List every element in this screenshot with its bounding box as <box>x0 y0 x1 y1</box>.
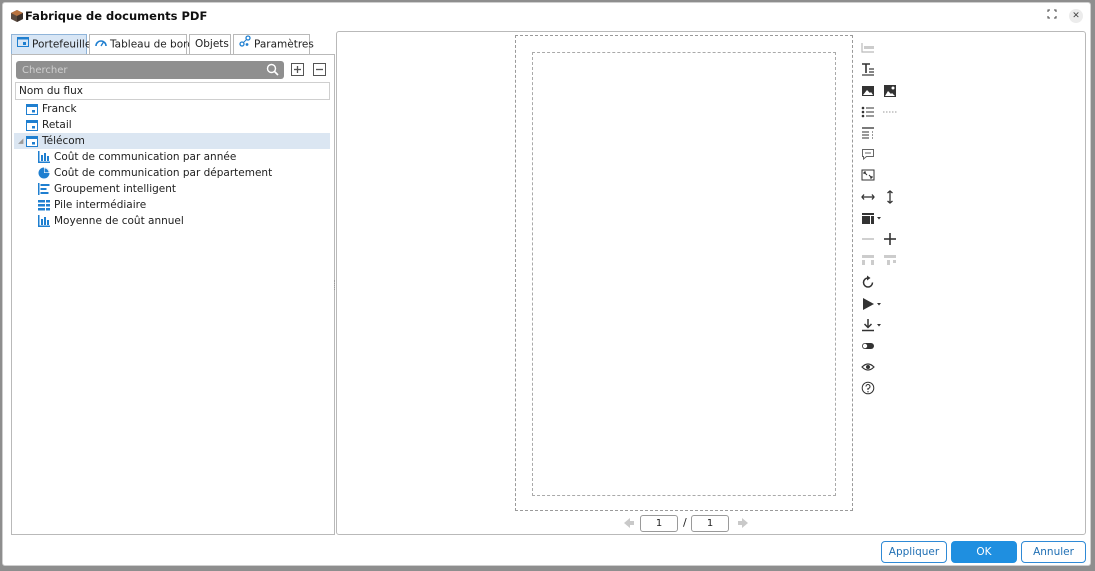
bar-chart-icon <box>38 151 50 163</box>
page-canvas[interactable] <box>515 35 853 511</box>
close-icon[interactable]: ✕ <box>1069 9 1083 23</box>
pdf-factory-dialog: Fabrique de documents PDF ✕ Portefeuille… <box>2 2 1091 566</box>
tab-tableau-de-bord-label: Tableau de bord <box>110 38 194 51</box>
next-page-icon[interactable] <box>737 516 749 530</box>
expand-icon[interactable] <box>1045 9 1059 23</box>
portfolio-pane: Nom du flux Franck Retail ◢ <box>11 54 335 535</box>
toggle-switch-icon[interactable] <box>861 339 875 353</box>
search-input[interactable] <box>22 63 262 77</box>
title-bar: Fabrique de documents PDF ✕ <box>3 3 1090 29</box>
tree-item-cout-par-departement[interactable]: Coût de communication par département <box>14 165 330 181</box>
folder-icon <box>26 135 38 147</box>
download-icon[interactable] <box>861 318 875 332</box>
image-gallery-icon[interactable] <box>883 84 897 98</box>
refresh-icon[interactable] <box>861 275 875 289</box>
tab-objets-label: Objets <box>195 38 229 50</box>
split-blocks-icon <box>883 253 897 267</box>
tree-item-label: Moyenne de coût annuel <box>54 215 184 227</box>
apply-button[interactable]: Appliquer <box>881 541 947 563</box>
grouped-bar-icon <box>38 183 50 195</box>
folder-icon <box>26 103 38 115</box>
horizontal-stretch-icon[interactable] <box>861 190 875 204</box>
search-box <box>16 61 284 79</box>
tree-item-label: Franck <box>42 103 77 115</box>
cancel-button[interactable]: Annuler <box>1021 541 1086 563</box>
tree-item-pile-intermediaire[interactable]: Pile intermédiaire <box>14 197 330 213</box>
search-icon[interactable] <box>266 63 279 79</box>
current-page-field[interactable]: 1 <box>640 515 678 532</box>
page-separator: / <box>683 516 687 529</box>
pie-chart-icon <box>38 167 50 179</box>
zoom-in-icon[interactable] <box>883 232 897 246</box>
tree-item-label: Pile intermédiaire <box>54 199 147 211</box>
tab-portefeuille-label: Portefeuille <box>32 38 92 51</box>
play-icon[interactable] <box>861 297 875 311</box>
resize-frame-icon[interactable] <box>861 168 875 182</box>
tree-item-label: Groupement intelligent <box>54 183 177 195</box>
tab-objets[interactable]: Objets <box>189 34 231 54</box>
play-dropdown-icon[interactable] <box>875 297 883 311</box>
vertical-stretch-icon[interactable] <box>883 190 897 204</box>
bar-chart-icon <box>38 215 50 227</box>
portfolio-icon <box>17 35 29 54</box>
tab-parametres-label: Paramètres <box>254 38 314 51</box>
ok-button[interactable]: OK <box>951 541 1017 563</box>
tree-item-retail[interactable]: Retail <box>14 117 330 133</box>
tree-item-franck[interactable]: Franck <box>14 101 330 117</box>
tab-tableau-de-bord[interactable]: Tableau de bord <box>89 34 194 54</box>
tree-item-groupement-intelligent[interactable]: Groupement intelligent <box>14 181 330 197</box>
tab-portefeuille[interactable]: Portefeuille <box>11 34 91 54</box>
image-icon[interactable] <box>861 84 875 98</box>
document-editor-panel: 1 / 1 <box>336 31 1086 535</box>
download-dropdown-icon[interactable] <box>875 318 883 332</box>
layout-columns-icon[interactable] <box>861 211 875 225</box>
bullet-list-icon[interactable] <box>861 105 875 119</box>
tree-item-moyenne-cout-annuel[interactable]: Moyenne de coût annuel <box>14 213 330 229</box>
comment-icon[interactable] <box>861 147 875 161</box>
tab-parametres[interactable]: Paramètres <box>233 34 314 54</box>
merge-blocks-icon <box>861 253 875 267</box>
table-of-contents-icon[interactable] <box>861 126 875 140</box>
tree-item-label: Coût de communication par année <box>54 151 237 163</box>
separator-line-icon[interactable] <box>883 105 897 119</box>
left-panel: Portefeuille Tableau de bord Objets Para… <box>9 31 337 535</box>
header-band-icon <box>861 41 875 55</box>
total-pages-field: 1 <box>691 515 729 532</box>
page-margins-area[interactable] <box>532 52 836 496</box>
help-icon[interactable] <box>861 381 875 395</box>
app-cube-icon <box>11 10 23 22</box>
tree-item-label: Télécom <box>42 135 85 147</box>
previous-page-icon[interactable] <box>623 516 635 530</box>
stacked-bar-icon <box>38 199 50 211</box>
dashboard-gauge-icon <box>95 35 107 54</box>
tree-item-telecom[interactable]: ◢ Télécom <box>14 133 330 149</box>
tree-item-label: Retail <box>42 119 72 131</box>
expand-all-icon[interactable] <box>291 63 304 76</box>
preview-eye-icon[interactable] <box>861 360 875 374</box>
text-block-icon[interactable] <box>861 62 875 76</box>
folder-icon <box>26 119 38 131</box>
dialog-title: Fabrique de documents PDF <box>25 9 208 23</box>
tree-item-cout-par-annee[interactable]: Coût de communication par année <box>14 149 330 165</box>
zoom-out-icon[interactable] <box>861 232 875 246</box>
layout-dropdown-icon[interactable] <box>875 211 883 225</box>
column-header-flux-name[interactable]: Nom du flux <box>15 82 330 100</box>
settings-nodes-icon <box>239 35 251 54</box>
tree-item-label: Coût de communication par département <box>54 167 273 179</box>
collapse-all-icon[interactable] <box>313 63 326 76</box>
collapse-triangle-icon[interactable]: ◢ <box>18 133 23 149</box>
